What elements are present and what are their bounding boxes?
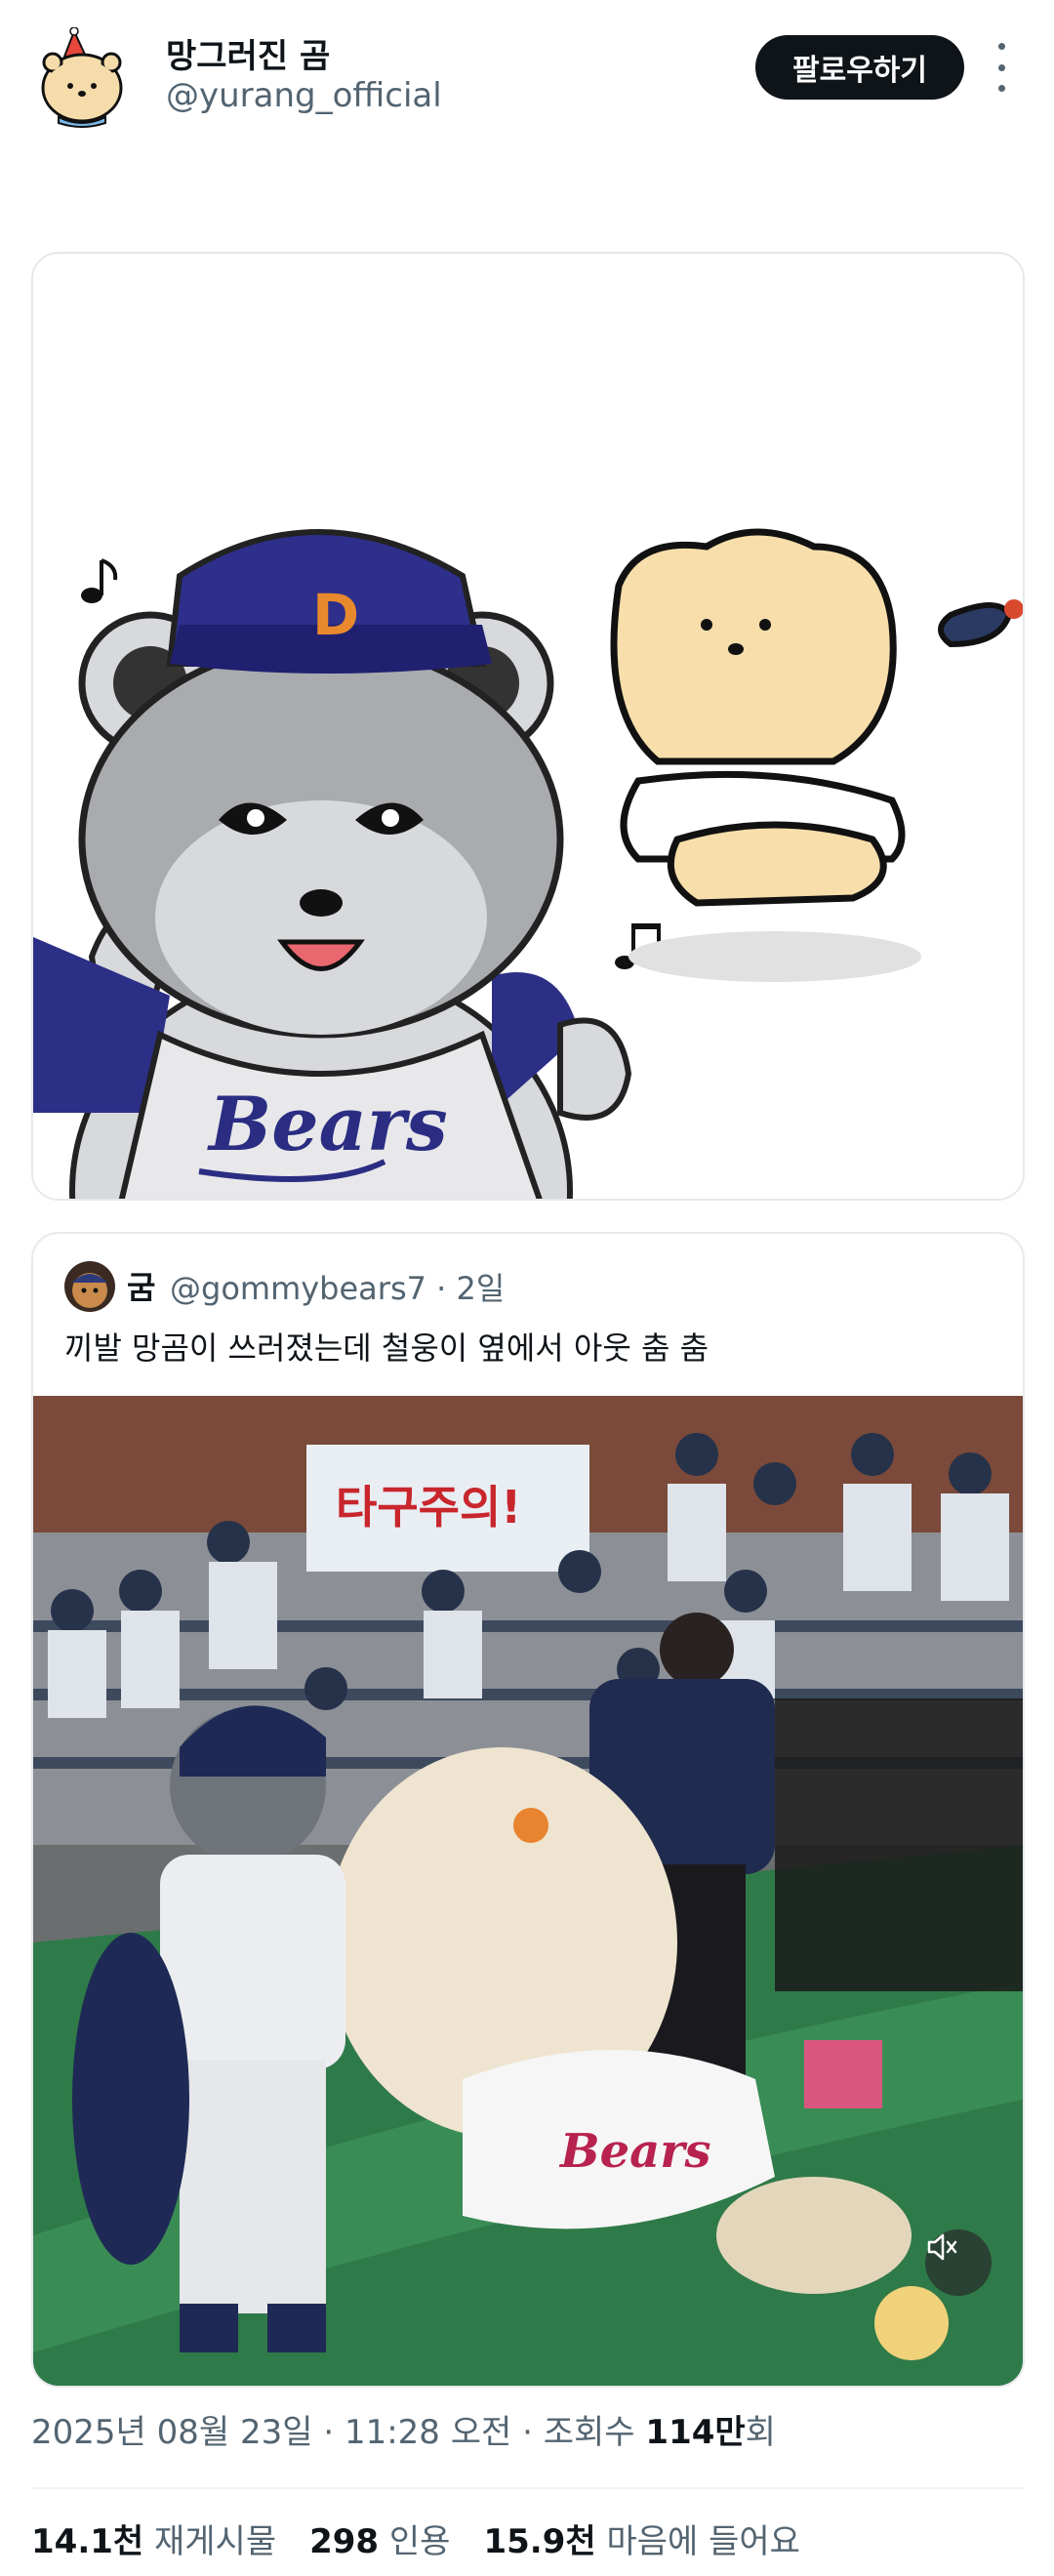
more-options-icon[interactable] — [992, 43, 1011, 92]
retweets-stat[interactable]: 14.1천 재게시물 — [31, 2515, 276, 2562]
svg-text:Bears: Bears — [558, 2124, 711, 2179]
tweet-image[interactable]: D Bears — [31, 252, 1025, 1201]
svg-text:D: D — [312, 582, 359, 648]
speaker-muted-icon — [927, 2233, 957, 2261]
quoted-time[interactable]: 2일 — [456, 1270, 505, 1307]
views-count: 114만 — [645, 2413, 746, 2452]
follow-button[interactable]: 팔로우하기 — [755, 35, 964, 100]
profile-avatar[interactable] — [39, 26, 127, 129]
quoted-handle[interactable]: @gommybears7 — [170, 1270, 426, 1307]
tweet-date[interactable]: 2025년 08월 23일 — [31, 2413, 313, 2452]
likes-stat[interactable]: 15.9천 마음에 들어요 — [483, 2515, 799, 2562]
retweets-label: 재게시물 — [153, 2522, 277, 2561]
quoted-text: 끼발 망곰이 쓰러졌는데 철웅이 옆에서 아웃 춤 춤 — [64, 1329, 709, 1367]
views-label: 조회수 — [543, 2413, 646, 2452]
separator-dot: · — [511, 2413, 544, 2452]
separator-dot: · — [312, 2413, 345, 2452]
retweets-count: 14.1천 — [31, 2522, 144, 2561]
quoted-handle-time: @gommybears7 · 2일 — [170, 1264, 505, 1309]
quoted-video[interactable]: 타구주의! Bears — [33, 1396, 1023, 2386]
svg-text:타구주의!: 타구주의! — [336, 1481, 521, 1533]
separator-dot: · — [436, 1270, 447, 1307]
quotes-stat[interactable]: 298 인용 — [309, 2515, 450, 2562]
engagement-stats: 14.1천 재게시물 298 인용 15.9천 마음에 들어요 — [31, 2515, 800, 2562]
divider — [31, 2487, 1025, 2489]
stadium-video-icon: 타구주의! Bears — [33, 1396, 1023, 2386]
svg-text:Bears: Bears — [207, 1081, 448, 1167]
bears-illustration-icon: D Bears — [33, 254, 1023, 1199]
likes-count: 15.9천 — [483, 2522, 596, 2561]
bear-avatar-icon — [41, 26, 123, 128]
bear-mascot-avatar-icon — [64, 1261, 115, 1312]
tweet-meta: 2025년 08월 23일 · 11:28 오전 · 조회수 114만회 — [31, 2405, 776, 2453]
quoted-tweet[interactable]: 굼 @gommybears7 · 2일 끼발 망곰이 쓰러졌는데 철웅이 옆에서… — [31, 1232, 1025, 2388]
quoted-avatar[interactable] — [64, 1261, 115, 1312]
mute-toggle-button[interactable] — [925, 2229, 992, 2296]
quotes-count: 298 — [309, 2522, 380, 2561]
quoted-display-name[interactable]: 굼 — [127, 1263, 155, 1308]
tweet-header: 망그러진 곰 @yurang_official 팔로우하기 — [0, 0, 1054, 146]
views-suffix: 회 — [745, 2413, 776, 2452]
tweet-time[interactable]: 11:28 오전 — [345, 2413, 511, 2452]
display-name[interactable]: 망그러진 곰 — [166, 29, 330, 77]
user-handle[interactable]: @yurang_official — [166, 76, 442, 115]
likes-label: 마음에 들어요 — [606, 2522, 800, 2561]
quotes-label: 인용 — [388, 2522, 451, 2561]
